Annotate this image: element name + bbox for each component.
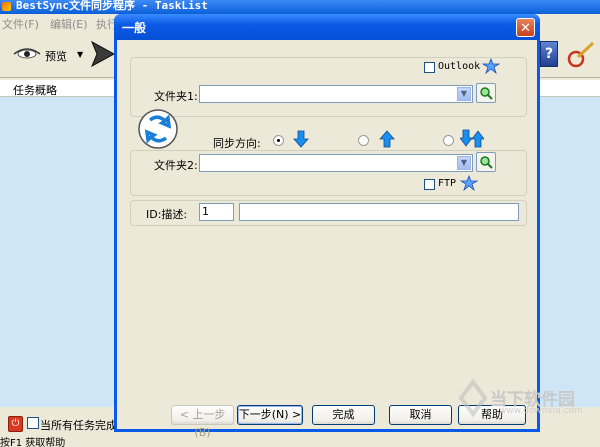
help-icon[interactable]: ? xyxy=(540,41,558,67)
folder2-browse-button[interactable] xyxy=(476,152,496,172)
next-button[interactable]: 下一步(N) > xyxy=(237,405,303,425)
magnifier-icon xyxy=(480,87,493,100)
description-input[interactable] xyxy=(239,203,519,221)
sync-icon xyxy=(138,109,178,149)
menu-edit[interactable]: 编辑(E) xyxy=(50,16,88,32)
folder2-group: 文件夹2: ▼ FTP xyxy=(130,150,527,196)
menu-file[interactable]: 文件(F) xyxy=(2,16,39,32)
id-input[interactable]: 1 xyxy=(199,203,234,221)
auto-close-label: 当所有任务完成 xyxy=(40,419,117,432)
finish-button[interactable]: 完成 xyxy=(312,405,375,425)
dialog-title: 一般 xyxy=(122,21,147,35)
close-button[interactable]: ✕ xyxy=(516,18,535,37)
main-title-text: BestSync文件同步程序 - TaskList xyxy=(16,0,208,12)
folder2-dropdown-icon[interactable]: ▼ xyxy=(457,156,471,170)
folder1-label: 文件夹1: xyxy=(154,90,198,103)
auto-close-checkbox[interactable] xyxy=(27,417,39,429)
sync-direction-label: 同步方向: xyxy=(213,137,261,150)
folder1-dropdown-icon[interactable]: ▼ xyxy=(457,87,471,101)
outlook-label: Outlook xyxy=(438,61,481,72)
general-dialog: 一般 ✕ Outlook 文件夹1: ▼ 同步方向: 文件夹2: ▼ FTP I… xyxy=(114,14,540,439)
power-icon[interactable]: ⏻ xyxy=(8,416,23,432)
arrow-up-icon xyxy=(379,130,395,148)
outlook-checkbox[interactable] xyxy=(424,62,435,73)
outlook-star-icon xyxy=(482,58,500,74)
id-description-label: ID:描述: xyxy=(146,208,188,221)
dialog-body: Outlook 文件夹1: ▼ 同步方向: 文件夹2: ▼ FTP ID:描述:… xyxy=(117,40,537,439)
status-text: 按F1 获取帮助 xyxy=(0,438,66,447)
preview-button-label[interactable]: 预览 xyxy=(45,48,67,64)
back-button[interactable]: < 上一步(B) xyxy=(171,405,234,439)
watermark-url: www.downxia.com xyxy=(499,406,583,416)
app-icon xyxy=(2,2,11,11)
folder1-group: Outlook 文件夹1: ▼ xyxy=(130,57,527,117)
folder2-label: 文件夹2: xyxy=(154,159,198,172)
folder1-combobox[interactable]: ▼ xyxy=(199,85,473,103)
magnifier-icon xyxy=(480,156,493,169)
direction-radio-both[interactable] xyxy=(443,135,454,146)
arrow-bidirectional-icon xyxy=(460,129,484,148)
id-description-group: ID:描述: 1 xyxy=(130,200,527,226)
preview-dropdown-icon[interactable]: ▼ xyxy=(77,50,83,59)
eye-icon[interactable] xyxy=(13,46,41,60)
main-title-bar: BestSync文件同步程序 - TaskList xyxy=(0,0,600,14)
dialog-title-bar[interactable]: 一般 ✕ xyxy=(114,14,540,40)
arrow-down-icon xyxy=(293,130,309,148)
cancel-button[interactable]: 取消 xyxy=(389,405,452,425)
settings-brush-icon[interactable] xyxy=(566,40,596,68)
run-icon[interactable] xyxy=(90,40,116,68)
folder1-browse-button[interactable] xyxy=(476,83,496,103)
ftp-star-icon xyxy=(460,175,478,191)
direction-radio-down[interactable] xyxy=(273,135,284,146)
direction-radio-up[interactable] xyxy=(358,135,369,146)
task-summary-column[interactable]: 任务概略 xyxy=(13,82,57,98)
ftp-checkbox[interactable] xyxy=(424,179,435,190)
ftp-label: FTP xyxy=(438,178,457,189)
status-bar: 按F1 获取帮助 xyxy=(0,437,600,447)
folder2-combobox[interactable]: ▼ xyxy=(199,154,473,172)
